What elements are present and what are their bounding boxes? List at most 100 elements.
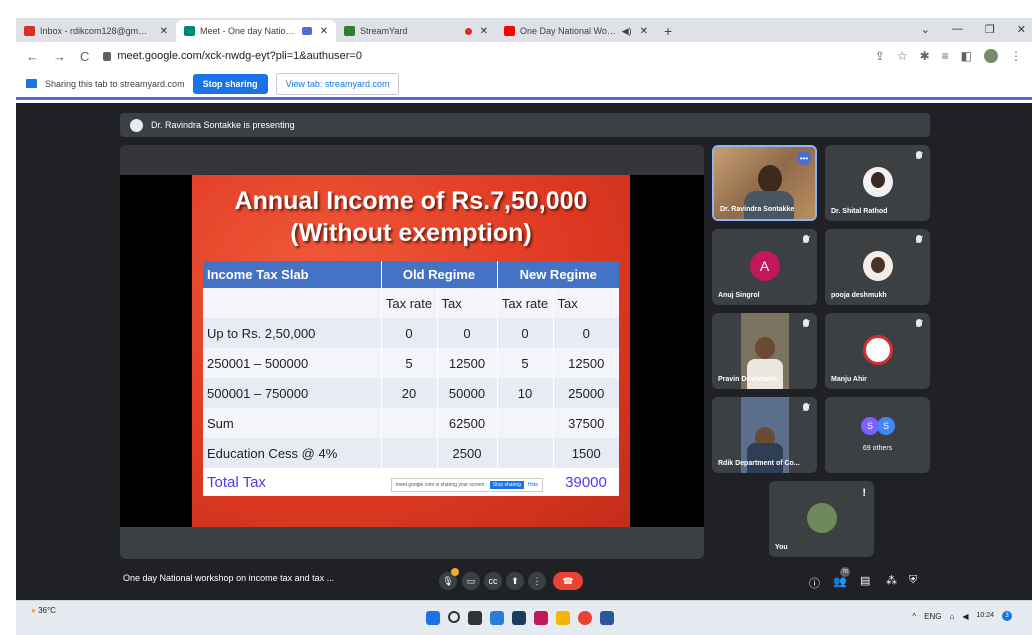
network-icon[interactable]: ⌂ xyxy=(949,612,954,621)
table-cell: Tax xyxy=(552,288,619,318)
presentation-stage: Annual Income of Rs.7,50,000 (Without ex… xyxy=(120,145,704,559)
back-button[interactable]: ← xyxy=(26,49,39,64)
close-icon[interactable]: ✕ xyxy=(160,26,168,37)
speaker-icon: ◀) xyxy=(621,25,632,36)
recording-icon xyxy=(464,27,472,35)
menu-dots-icon[interactable]: ⋮ xyxy=(1010,49,1022,63)
leave-call-button[interactable]: ☎ xyxy=(553,572,583,590)
others-tile[interactable]: S S 69 others xyxy=(825,397,930,473)
chrome-icon[interactable] xyxy=(578,611,592,625)
camera-button[interactable]: ▭ xyxy=(462,572,480,590)
participant-name: Dr. Shital Rathod xyxy=(831,208,888,215)
close-window-button[interactable]: ✕ xyxy=(1017,23,1026,36)
table-cell: 20 xyxy=(380,378,437,408)
table-header-cell: Old Regime xyxy=(380,261,497,288)
table-cell xyxy=(380,438,437,468)
side-panel-icon[interactable]: ◧ xyxy=(961,49,972,63)
url-field[interactable]: meet.google.com/xck-nwdg-eyt?pli=1&authu… xyxy=(103,45,860,67)
forward-button[interactable]: → xyxy=(53,49,66,64)
popup-stop-button[interactable]: Stop sharing xyxy=(489,480,524,489)
participant-tile[interactable]: Manju Ahir xyxy=(825,313,930,389)
mail-app-icon[interactable] xyxy=(534,611,548,625)
chevron-up-icon[interactable]: ^ xyxy=(912,612,916,621)
meeting-title: One day National workshop on income tax … xyxy=(123,573,335,583)
search-icon[interactable] xyxy=(448,611,460,623)
meet-control-bar: One day National workshop on income tax … xyxy=(16,563,1032,600)
info-icon[interactable]: ⓘ xyxy=(809,575,820,591)
total-new-regime: 39000 xyxy=(553,468,619,496)
weather-text: 36°C xyxy=(38,606,56,615)
table-row: 500001 – 750000 20 50000 10 25000 xyxy=(203,378,619,408)
lock-icon[interactable] xyxy=(103,51,112,61)
new-tab-button[interactable]: + xyxy=(656,20,680,42)
stop-sharing-button[interactable]: Stop sharing xyxy=(192,73,268,94)
captions-button[interactable]: cc xyxy=(484,572,502,590)
table-cell xyxy=(203,288,381,318)
participant-tile[interactable]: pooja deshmukh xyxy=(825,229,930,305)
more-options-icon[interactable]: ••• xyxy=(797,151,811,165)
close-icon[interactable]: ✕ xyxy=(640,26,648,37)
chat-app-icon[interactable] xyxy=(490,611,504,625)
tab-title: Inbox - rdikcom128@gmail.com xyxy=(40,26,152,36)
participant-name: Dr. Ravindra Sontakke xyxy=(720,206,795,213)
url-text: meet.google.com/xck-nwdg-eyt?pli=1&authu… xyxy=(117,50,362,62)
streamyard-icon xyxy=(344,26,355,36)
word-icon[interactable] xyxy=(600,611,614,625)
table-cell: 2500 xyxy=(436,438,497,468)
table-cell: Tax xyxy=(436,288,497,318)
stage-header xyxy=(120,145,704,175)
reload-button[interactable]: C xyxy=(80,49,89,64)
profile-avatar[interactable] xyxy=(984,49,998,63)
toolbar-icons: ⇪ ☆ ✱ ≡ ◧ ⋮ xyxy=(875,49,1032,63)
avatar: A xyxy=(749,251,780,281)
share-icon[interactable]: ⇪ xyxy=(875,49,885,63)
store-icon[interactable] xyxy=(512,611,526,625)
restore-button[interactable]: ❐ xyxy=(985,23,995,36)
tab-meet[interactable]: Meet - One day National wo ✕ xyxy=(176,20,336,42)
participant-tile[interactable]: Dr. Shital Rathod xyxy=(825,145,930,221)
host-controls-icon[interactable]: ⛨ xyxy=(909,574,917,587)
self-tile[interactable]: ! You xyxy=(769,481,874,557)
meet-window: Dr. Ravindra Sontakke is presenting Annu… xyxy=(16,103,1032,600)
close-icon[interactable]: ✕ xyxy=(480,26,488,37)
start-icon[interactable] xyxy=(426,611,440,625)
participant-tile[interactable]: A Anuj Singrol xyxy=(712,229,817,305)
tab-streamyard[interactable]: StreamYard ✕ xyxy=(336,20,496,42)
participant-tile[interactable]: Pravin Deshmukh xyxy=(712,313,817,389)
weather-widget[interactable]: ● 36°C xyxy=(31,606,56,615)
participant-tile[interactable]: ••• Dr. Ravindra Sontakke xyxy=(712,145,817,221)
mic-off-icon xyxy=(916,319,922,327)
chat-icon[interactable]: ▤ xyxy=(860,574,870,587)
browser-tab-strip: Inbox - rdikcom128@gmail.com ✕ Meet - On… xyxy=(16,18,1032,42)
activities-icon[interactable]: ⁂ xyxy=(886,574,897,587)
chevron-down-icon[interactable]: ⌄ xyxy=(921,23,930,36)
participant-tile[interactable]: Rdik Department of Co... xyxy=(712,397,817,473)
language-indicator[interactable]: ENG xyxy=(924,612,941,621)
table-cell: 37500 xyxy=(552,408,619,438)
bookmark-star-icon[interactable]: ☆ xyxy=(897,49,908,63)
view-tab-button[interactable]: View tab: streamyard.com xyxy=(275,72,400,95)
sharing-indicator-icon xyxy=(301,27,312,35)
more-options-button[interactable]: ⋮ xyxy=(528,572,546,590)
reading-list-icon[interactable]: ≡ xyxy=(942,49,949,63)
table-subheader-row: Tax rate Tax Tax rate Tax xyxy=(203,288,619,318)
alert-icon: ! xyxy=(862,487,866,499)
popup-hide-button[interactable]: Hide xyxy=(528,482,538,488)
notification-badge[interactable]: 3 xyxy=(1002,611,1012,621)
slide-title-line1: Annual Income of Rs.7,50,000 xyxy=(234,187,588,215)
close-icon[interactable]: ✕ xyxy=(320,26,328,37)
task-view-icon[interactable] xyxy=(468,611,482,625)
minimize-button[interactable]: — xyxy=(952,23,963,35)
table-header-row: Income Tax Slab Old Regime New Regime xyxy=(203,261,619,288)
tab-gmail[interactable]: Inbox - rdikcom128@gmail.com ✕ xyxy=(16,20,176,42)
clock[interactable]: 10:24 xyxy=(976,612,994,620)
volume-icon[interactable]: ◀ xyxy=(962,612,968,621)
table-cell xyxy=(380,408,437,438)
table-cell: Up to Rs. 2,50,000 xyxy=(203,318,381,348)
tab-title: Meet - One day National wo xyxy=(200,26,297,36)
tab-youtube[interactable]: One Day National Worksho ◀) ✕ xyxy=(496,20,656,42)
clock-time: 10:24 xyxy=(976,612,994,619)
file-explorer-icon[interactable] xyxy=(556,611,570,625)
extensions-icon[interactable]: ✱ xyxy=(920,49,930,63)
present-button[interactable]: ⬆ xyxy=(506,572,524,590)
